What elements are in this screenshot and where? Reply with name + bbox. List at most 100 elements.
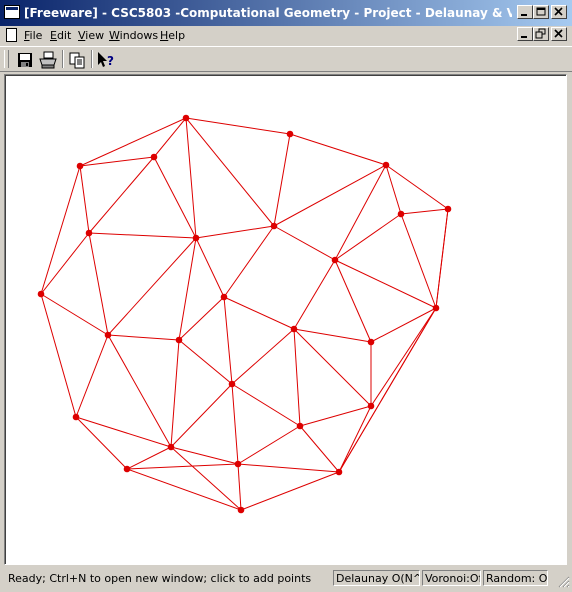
site-point[interactable]: [175, 336, 183, 344]
triangulation-edge: [237, 463, 340, 473]
menu-windows-label: Windows: [109, 29, 159, 42]
site-point[interactable]: [37, 290, 45, 298]
triangulation-edge: [293, 259, 336, 330]
window-title: [Freeware] - CSC5803 -Computational Geom…: [24, 6, 512, 20]
site-point[interactable]: [85, 229, 93, 237]
drawing-canvas[interactable]: [4, 74, 567, 565]
site-point[interactable]: [220, 293, 228, 301]
triangulation-edge: [178, 339, 233, 385]
mdi-close-button[interactable]: [551, 27, 567, 41]
triangulation-edge: [299, 405, 372, 427]
restore-icon: [535, 28, 546, 39]
copy-button[interactable]: [66, 50, 88, 70]
maximize-icon: [536, 7, 546, 16]
site-point[interactable]: [228, 380, 236, 388]
triangulation-edge: [195, 237, 225, 298]
close-icon: [554, 29, 563, 38]
menu-view[interactable]: View: [78, 29, 104, 42]
minimize-button[interactable]: [517, 5, 533, 19]
site-point[interactable]: [270, 222, 278, 230]
triangulation-edge: [338, 307, 437, 473]
triangulation-edge: [88, 232, 197, 239]
triangulation-edge: [126, 463, 239, 470]
site-point[interactable]: [234, 460, 242, 468]
menu-edit[interactable]: Edit: [50, 29, 71, 42]
svg-text:?: ?: [107, 54, 114, 68]
triangulation-edge: [107, 334, 180, 341]
triangulation-edge: [370, 307, 437, 407]
site-point[interactable]: [296, 422, 304, 430]
site-point[interactable]: [123, 465, 131, 473]
triangulation-edge: [79, 117, 187, 167]
mdi-minimize-button[interactable]: [517, 27, 533, 41]
triangulation-edge: [126, 468, 242, 511]
triangulation-edge: [273, 133, 291, 227]
triangulation-edge: [195, 225, 275, 239]
triangulation-edge: [88, 232, 109, 336]
triangulation-edge: [178, 296, 225, 341]
toolbar-grip[interactable]: [4, 50, 9, 68]
print-button[interactable]: [37, 50, 59, 70]
status-algorithm: Delaunay O(N^4): [333, 570, 420, 586]
triangulation-edge: [79, 165, 90, 234]
toolbar-separator: [91, 50, 93, 68]
triangulation-edge: [289, 133, 387, 166]
site-point[interactable]: [382, 161, 390, 169]
site-point[interactable]: [192, 234, 200, 242]
menu-file[interactable]: File: [24, 29, 42, 42]
triangulation-edge: [334, 213, 402, 261]
triangulation-edge: [237, 425, 301, 465]
triangulation-edge: [385, 164, 402, 215]
site-point[interactable]: [72, 413, 80, 421]
close-button[interactable]: [551, 5, 567, 19]
site-point[interactable]: [397, 210, 405, 218]
minimize-icon: [521, 36, 527, 38]
triangulation-edge: [231, 383, 239, 465]
copy-icon: [69, 52, 85, 69]
site-point[interactable]: [182, 114, 190, 122]
triangulation-svg[interactable]: [5, 75, 566, 564]
app-icon[interactable]: [4, 5, 20, 19]
site-point[interactable]: [150, 153, 158, 161]
site-point[interactable]: [331, 256, 339, 264]
triangulation-edge: [231, 328, 295, 385]
menu-view-label: View: [78, 29, 105, 42]
site-point[interactable]: [290, 325, 298, 333]
triangulation-edge: [107, 237, 197, 336]
resize-grip-icon[interactable]: [558, 576, 570, 588]
title-bar: [Freeware] - CSC5803 -Computational Geom…: [0, 0, 572, 26]
save-button[interactable]: [14, 50, 36, 70]
document-icon[interactable]: [6, 28, 17, 42]
triangulation-edge: [299, 425, 340, 473]
mdi-restore-button[interactable]: [533, 27, 549, 41]
site-point[interactable]: [367, 338, 375, 346]
triangulation-edge: [170, 383, 233, 448]
triangulation-edge: [385, 164, 449, 210]
site-point[interactable]: [286, 130, 294, 138]
triangulation-edge: [223, 296, 295, 330]
site-point[interactable]: [104, 331, 112, 339]
triangulation-edge: [240, 471, 340, 511]
context-help-button[interactable]: ?: [95, 50, 117, 70]
minimize-icon: [521, 14, 527, 16]
triangulation-edge: [185, 117, 291, 135]
triangulation-edge: [223, 296, 233, 385]
site-point[interactable]: [367, 402, 375, 410]
site-point[interactable]: [76, 162, 84, 170]
menu-help[interactable]: Help: [160, 29, 185, 42]
triangulation-edge: [153, 156, 197, 239]
site-point[interactable]: [335, 468, 343, 476]
triangulation-edge: [273, 225, 336, 261]
menu-windows[interactable]: Windows: [109, 29, 158, 42]
status-bar: Ready; Ctrl+N to open new window; click …: [0, 568, 572, 590]
site-point[interactable]: [167, 443, 175, 451]
site-point[interactable]: [237, 506, 245, 514]
triangulation-edge: [40, 232, 90, 295]
site-point[interactable]: [432, 304, 440, 312]
status-voronoi: Voronoi:Off: [422, 570, 481, 586]
maximize-button[interactable]: [533, 5, 549, 19]
site-point[interactable]: [444, 205, 452, 213]
triangulation-edge: [126, 446, 172, 470]
triangulation-edge: [231, 383, 301, 427]
close-icon: [554, 7, 563, 16]
